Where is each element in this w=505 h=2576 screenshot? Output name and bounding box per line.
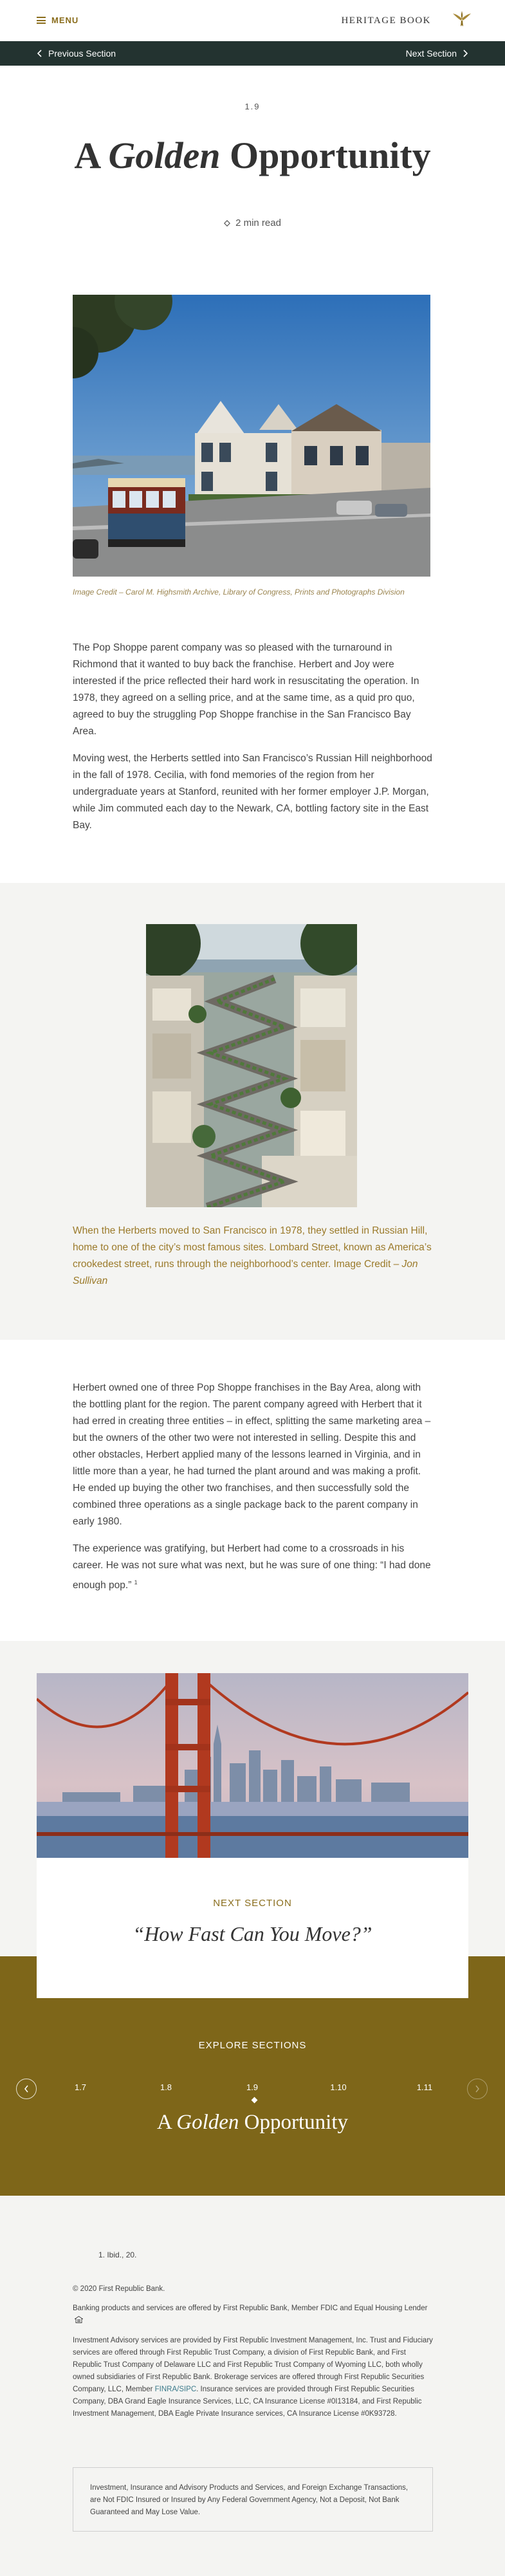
paragraph: Moving west, the Herberts settled into S…	[73, 753, 432, 831]
footnote-ref[interactable]: 1	[134, 1579, 138, 1586]
read-time: 2 min read	[0, 218, 505, 228]
explore-sections-label: EXPLORE SECTIONS	[198, 2040, 307, 2051]
lombard-street-image	[146, 924, 357, 1207]
chevron-left-icon	[24, 2085, 28, 2093]
section-tab-current[interactable]: 1.9	[246, 2082, 258, 2092]
investment-notice: Investment Advisory services are provide…	[73, 2337, 433, 2418]
previous-section-link[interactable]: Previous Section	[37, 48, 116, 59]
banking-notice: Banking products and services are offere…	[73, 2303, 433, 2327]
chevron-right-icon	[475, 2085, 479, 2093]
explore-next-button[interactable]	[467, 2079, 488, 2099]
footnote: 1. Ibid., 20.	[98, 2250, 137, 2259]
current-section-title[interactable]: A Golden Opportunity	[0, 2111, 505, 2135]
hamburger-icon	[37, 17, 46, 24]
top-header: MENU HERITAGE BOOK	[0, 0, 505, 41]
hero-image-cable-car	[73, 295, 430, 577]
next-section-card[interactable]: NEXT SECTION “How Fast Can You Move?”	[37, 1858, 468, 1998]
page-title: A Golden Opportunity	[74, 134, 431, 176]
section-tab[interactable]: 1.10	[330, 2082, 346, 2092]
previous-section-label: Previous Section	[48, 48, 116, 59]
finra-sipc-link[interactable]: FINRA/SIPC	[155, 2386, 197, 2393]
article-body-part-1: The Pop Shoppe parent company was so ple…	[73, 640, 433, 844]
explore-prev-button[interactable]	[16, 2079, 37, 2099]
article-body-part-2: Herbert owned one of three Pop Shoppe fr…	[73, 1380, 433, 1604]
chevron-left-icon	[37, 50, 42, 57]
hero-image-caption: Image Credit – Carol M. Highsmith Archiv…	[73, 588, 405, 597]
brand-title[interactable]: HERITAGE BOOK	[341, 15, 431, 26]
eagle-logo-icon[interactable]	[452, 10, 472, 28]
paragraph: Herbert owned one of three Pop Shoppe fr…	[73, 1382, 431, 1527]
next-section-title[interactable]: “How Fast Can You Move?”	[37, 1922, 468, 1946]
not-fdic-insured-notice: Investment, Insurance and Advisory Produ…	[73, 2467, 433, 2532]
next-section-kicker: NEXT SECTION	[213, 1898, 292, 1909]
next-section-link[interactable]: Next Section	[406, 48, 468, 59]
section-number: 1.9	[244, 102, 261, 111]
next-section-label: Next Section	[405, 48, 457, 59]
section-nav-bar: Previous Section Next Section	[0, 41, 505, 66]
read-time-label: 2 min read	[235, 218, 281, 228]
menu-button[interactable]: MENU	[37, 15, 78, 25]
section-tab[interactable]: 1.11	[417, 2082, 432, 2092]
paragraph: The Pop Shoppe parent company was so ple…	[73, 642, 419, 737]
equal-housing-icon	[73, 2315, 84, 2323]
copyright: © 2020 First Republic Bank.	[73, 2285, 165, 2293]
section-tab[interactable]: 1.7	[75, 2082, 86, 2092]
diamond-icon	[224, 219, 231, 227]
lombard-street-caption: When the Herberts moved to San Francisco…	[73, 1225, 432, 1286]
chevron-right-icon	[463, 50, 468, 57]
paragraph: The experience was gratifying, but Herbe…	[73, 1543, 431, 1591]
golden-gate-image	[37, 1673, 468, 1858]
menu-label: MENU	[51, 15, 79, 25]
section-tab[interactable]: 1.8	[160, 2082, 172, 2092]
